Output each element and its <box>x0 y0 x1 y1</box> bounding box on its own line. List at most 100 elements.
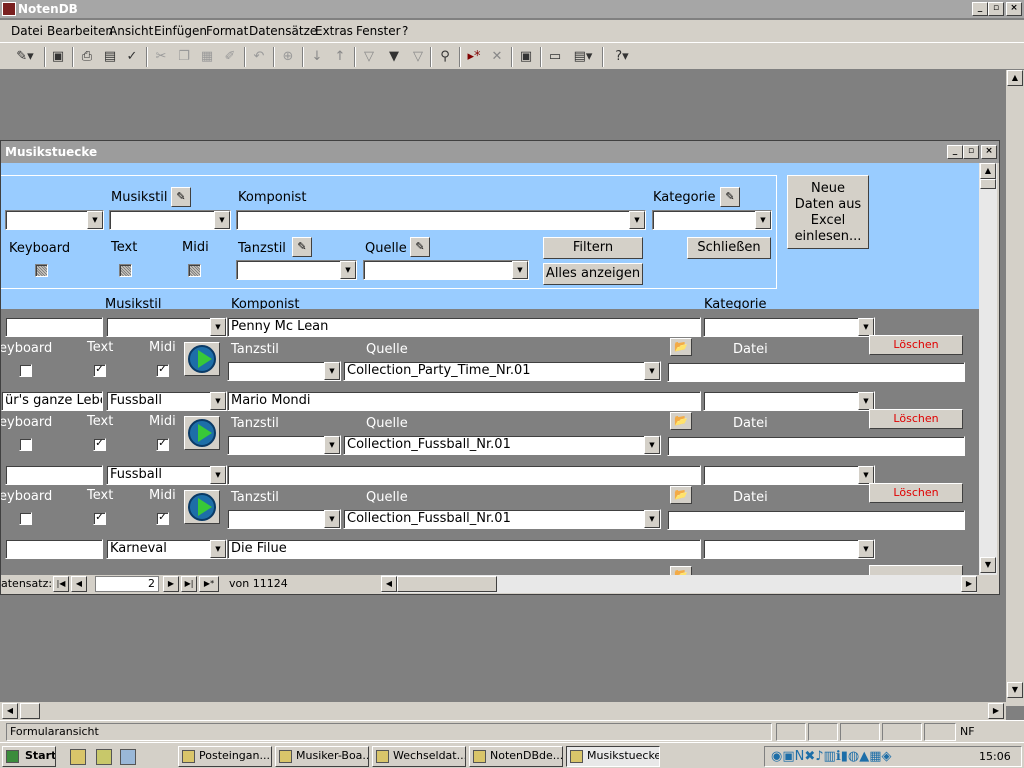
record-komponist-field[interactable]: Penny Mc Lean <box>227 317 701 337</box>
menu-help[interactable]: ? <box>402 24 408 38</box>
record-kategorie-combo[interactable]: ▼ <box>703 465 875 485</box>
menu-extras[interactable]: Extras <box>315 24 353 38</box>
record-komponist-field[interactable] <box>227 465 701 485</box>
save-icon[interactable]: ▣ <box>48 47 68 67</box>
record-midi-checkbox[interactable]: ✓ <box>156 364 169 377</box>
record-quelle-combo[interactable]: Collection_Party_Time_Nr.01 ▼ <box>343 361 661 381</box>
menu-ansicht[interactable]: Ansicht <box>109 24 153 38</box>
help-icon[interactable]: ?▾ <box>607 47 637 67</box>
edit-quelle-icon[interactable]: ✎ <box>410 237 430 257</box>
menu-fenster[interactable]: Fenster <box>356 24 401 38</box>
properties-icon[interactable]: ▣ <box>516 47 536 67</box>
edit-musikstil-icon[interactable]: ✎ <box>171 187 191 207</box>
record-quelle-combo[interactable]: Collection_Fussball_Nr.01 ▼ <box>343 509 661 529</box>
filter-quelle-combo[interactable]: ▼ <box>363 260 529 280</box>
record-komponist-field[interactable]: Die Filue <box>227 539 701 559</box>
record-text-checkbox[interactable]: ✓ <box>93 438 106 451</box>
folder-open-icon[interactable]: 📂 <box>670 412 692 430</box>
filter-titel-combo[interactable]: ▼ <box>5 210 104 230</box>
play-button[interactable] <box>184 342 220 376</box>
record-keyboard-checkbox[interactable] <box>19 438 32 451</box>
record-tanzstil-combo[interactable]: ▼ <box>227 435 341 455</box>
record-keyboard-checkbox[interactable] <box>19 512 32 525</box>
hyperlink-icon[interactable]: ⊕ <box>278 47 298 67</box>
loeschen-button[interactable]: Löschen <box>869 409 963 429</box>
undo-icon[interactable]: ↶ <box>249 47 269 67</box>
record-datei-field[interactable] <box>667 362 965 382</box>
close-button[interactable]: × <box>1006 2 1022 16</box>
copy-icon[interactable]: ❐ <box>174 47 194 67</box>
quicklaunch-desktop-icon[interactable] <box>70 749 86 765</box>
workspace-vertical-scrollbar[interactable]: ▲ ▼ <box>1006 70 1024 706</box>
record-tanzstil-combo[interactable]: ▼ <box>227 509 341 529</box>
record-keyboard-checkbox[interactable] <box>19 364 32 377</box>
quicklaunch-network-icon[interactable] <box>120 749 136 765</box>
task-notendb[interactable]: NotenDBde... <box>469 746 563 767</box>
record-datei-field[interactable] <box>667 510 965 530</box>
filter-selection-icon[interactable]: ▽ <box>359 47 379 67</box>
print-preview-icon[interactable]: ▤ <box>100 47 120 67</box>
delete-record-icon[interactable]: ✕ <box>487 47 507 67</box>
task-musiker-board[interactable]: Musiker-Boa... <box>275 746 369 767</box>
new-record-icon[interactable]: ▸* <box>464 47 484 67</box>
record-quelle-combo[interactable]: Collection_Fussball_Nr.01 ▼ <box>343 435 661 455</box>
format-painter-icon[interactable]: ✐ <box>220 47 240 67</box>
folder-open-icon[interactable]: 📂 <box>670 566 692 575</box>
record-midi-checkbox[interactable]: ✓ <box>156 438 169 451</box>
find-icon[interactable]: ⚲ <box>435 47 455 67</box>
excel-import-button[interactable]: Neue Daten aus Excel einlesen... <box>787 175 869 249</box>
record-kategorie-combo[interactable]: ▼ <box>703 539 875 559</box>
minimize-button[interactable]: _ <box>972 2 988 16</box>
play-button[interactable] <box>184 416 220 450</box>
folder-open-icon[interactable]: 📂 <box>670 486 692 504</box>
record-kategorie-combo[interactable]: ▼ <box>703 317 875 337</box>
record-titel-field[interactable] <box>5 539 103 559</box>
form-maximize-button[interactable]: ▫ <box>963 145 979 159</box>
record-titel-field[interactable] <box>5 317 103 337</box>
filter-kategorie-combo[interactable]: ▼ <box>652 210 772 230</box>
record-musikstil-combo[interactable]: ▼ <box>106 317 227 337</box>
loeschen-button[interactable]: Löschen <box>869 335 963 355</box>
task-wechseldatei[interactable]: Wechseldat... <box>372 746 466 767</box>
filter-form-icon[interactable]: ▼ <box>384 47 404 67</box>
record-text-checkbox[interactable]: ✓ <box>93 364 106 377</box>
form-close-button[interactable]: × <box>981 145 997 159</box>
database-window-icon[interactable]: ▭ <box>545 47 565 67</box>
filter-tanzstil-combo[interactable]: ▼ <box>236 260 357 280</box>
paste-icon[interactable]: ▦ <box>197 47 217 67</box>
filtern-button[interactable]: Filtern <box>543 237 643 259</box>
form-minimize-button[interactable]: _ <box>947 145 963 159</box>
cut-icon[interactable]: ✂ <box>151 47 171 67</box>
record-musikstil-combo[interactable]: Fussball ▼ <box>106 391 227 411</box>
new-object-icon[interactable]: ▤▾ <box>568 47 598 67</box>
maximize-button[interactable]: ▫ <box>988 2 1004 16</box>
record-titel-field[interactable] <box>5 465 103 485</box>
design-view-icon[interactable]: ✎▾ <box>10 47 40 67</box>
menu-datei[interactable]: Datei <box>11 24 43 38</box>
schliessen-button[interactable]: Schließen <box>687 237 771 259</box>
record-musikstil-combo[interactable]: Fussball ▼ <box>106 465 227 485</box>
filter-komponist-combo[interactable]: ▼ <box>236 210 646 230</box>
current-record-field[interactable]: 2 <box>95 576 159 592</box>
task-posteingang[interactable]: Posteingan... <box>178 746 272 767</box>
filter-text-checkbox[interactable] <box>119 264 132 277</box>
record-komponist-field[interactable]: Mario Mondi <box>227 391 701 411</box>
loeschen-button[interactable] <box>869 565 963 575</box>
menu-bearbeiten[interactable]: Bearbeiten <box>47 24 113 38</box>
record-titel-field[interactable]: ür's ganze Leben <box>1 391 103 411</box>
menu-format[interactable]: Format <box>206 24 248 38</box>
apply-filter-icon[interactable]: ▽ <box>408 47 428 67</box>
record-text-checkbox[interactable]: ✓ <box>93 512 106 525</box>
edit-tanzstil-icon[interactable]: ✎ <box>292 237 312 257</box>
last-record-button[interactable]: ▶| <box>181 576 197 592</box>
form-horizontal-scrollbar[interactable]: ◀ ▶ <box>381 575 977 593</box>
spellcheck-icon[interactable]: ✓ <box>122 47 142 67</box>
record-datei-field[interactable] <box>667 436 965 456</box>
filter-midi-checkbox[interactable] <box>188 264 201 277</box>
filter-keyboard-checkbox[interactable] <box>35 264 48 277</box>
record-kategorie-combo[interactable]: ▼ <box>703 391 875 411</box>
menu-datensaetze[interactable]: Datensätze <box>249 24 317 38</box>
loeschen-button[interactable]: Löschen <box>869 483 963 503</box>
first-record-button[interactable]: |◀ <box>53 576 69 592</box>
record-midi-checkbox[interactable]: ✓ <box>156 512 169 525</box>
